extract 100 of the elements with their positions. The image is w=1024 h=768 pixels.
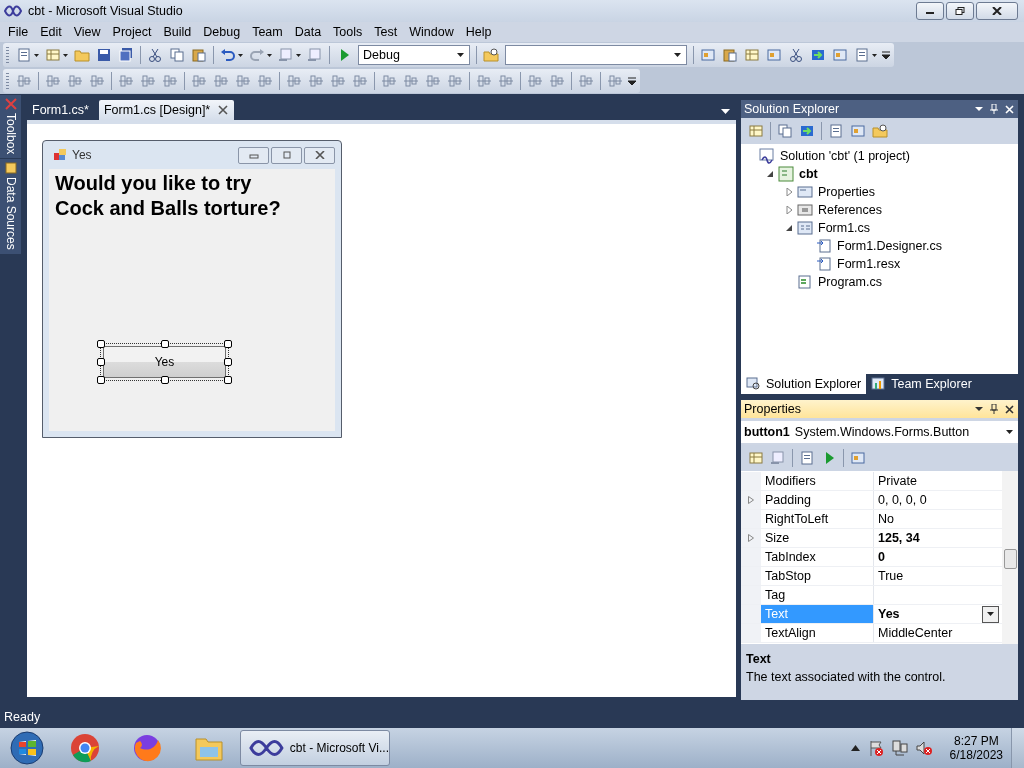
menu-item[interactable]: File: [2, 25, 35, 39]
object-selector[interactable]: button1 System.Windows.Forms.Button: [741, 421, 1018, 443]
toolbar-icon[interactable]: [777, 123, 793, 139]
caret-icon[interactable]: [872, 53, 877, 57]
expand-arrow-icon[interactable]: [785, 188, 793, 196]
tree-item[interactable]: Form1.Designer.cs: [837, 239, 942, 253]
toolbar-icon[interactable]: [788, 47, 804, 63]
tree-item[interactable]: References: [818, 203, 882, 217]
caret-icon[interactable]: [34, 53, 39, 57]
property-value[interactable]: Yes: [874, 605, 1002, 623]
pin-icon[interactable]: [990, 404, 998, 414]
property-value[interactable]: True: [874, 567, 1002, 585]
tree-item[interactable]: Properties: [818, 185, 875, 199]
menu-item[interactable]: Edit: [34, 25, 68, 39]
property-value[interactable]: 0, 0, 0, 0: [874, 491, 1002, 509]
toolbar-icon[interactable]: [854, 47, 870, 63]
caret-icon[interactable]: [721, 109, 730, 114]
side-tab[interactable]: Toolbox: [0, 95, 21, 160]
property-name[interactable]: Tag: [761, 586, 874, 604]
close-icon[interactable]: [218, 105, 229, 115]
form-button[interactable]: Yes: [103, 346, 226, 378]
menu-item[interactable]: Test: [368, 25, 404, 39]
menu-item[interactable]: Build: [157, 25, 198, 39]
resize-handle[interactable]: [224, 376, 232, 384]
network-icon[interactable]: [891, 740, 908, 756]
caret-icon[interactable]: [296, 53, 301, 57]
clock-time[interactable]: 8:27 PM: [953, 734, 999, 748]
menu-item[interactable]: Team: [246, 25, 289, 39]
volume-muted-icon[interactable]: [915, 740, 932, 756]
property-value[interactable]: MiddleCenter: [874, 624, 1002, 642]
tree-item[interactable]: Form1.cs: [818, 221, 871, 235]
scrollbar[interactable]: [1002, 471, 1018, 644]
document-tab[interactable]: Form1.cs*: [27, 100, 95, 120]
toolbar-icon[interactable]: [722, 47, 738, 63]
side-tab[interactable]: Data Sources: [0, 159, 21, 256]
configuration-dropdown[interactable]: Debug: [358, 45, 470, 65]
tree-item[interactable]: cbt: [799, 167, 818, 181]
resize-handle[interactable]: [97, 340, 105, 348]
menu-item[interactable]: View: [67, 25, 107, 39]
tree-item[interactable]: Form1.resx: [837, 257, 901, 271]
property-name[interactable]: TabIndex: [761, 548, 874, 566]
restore-button[interactable]: [946, 2, 974, 20]
property-value[interactable]: 125, 34: [874, 529, 1002, 547]
tree-item[interactable]: Solution 'cbt' (1 project): [780, 149, 910, 163]
toolbar-icon[interactable]: [16, 47, 32, 63]
panel-tab[interactable]: Solution Explorer: [741, 374, 867, 394]
show-hidden-icon[interactable]: [850, 745, 860, 751]
toolbar-icon[interactable]: [810, 47, 826, 63]
caret-icon[interactable]: [975, 405, 983, 413]
toolbar-icon[interactable]: [147, 47, 163, 63]
resize-handle[interactable]: [224, 358, 232, 366]
resize-handle[interactable]: [160, 376, 169, 384]
property-name[interactable]: Size: [761, 529, 874, 547]
overflow-icon[interactable]: [882, 51, 890, 59]
toolbar-icon[interactable]: [220, 47, 236, 63]
toolbar-icon[interactable]: [828, 123, 844, 139]
close-button[interactable]: [976, 2, 1018, 20]
menu-item[interactable]: Project: [106, 25, 158, 39]
property-name[interactable]: RightToLeft: [761, 510, 874, 528]
toolbar-icon[interactable]: [872, 123, 888, 139]
menu-item[interactable]: Tools: [327, 25, 369, 39]
document-tab[interactable]: Form1.cs [Design]*: [98, 100, 235, 120]
dropdown-button[interactable]: [982, 605, 999, 623]
expand-arrow-icon[interactable]: [785, 206, 793, 214]
tree-item[interactable]: Program.cs: [818, 275, 882, 289]
toolbar-icon[interactable]: [483, 47, 499, 63]
menu-item[interactable]: Debug: [197, 25, 247, 39]
property-name[interactable]: Modifiers: [761, 472, 874, 490]
minimize-button[interactable]: [916, 2, 944, 20]
caret-icon[interactable]: [975, 105, 983, 113]
collapse-arrow-icon[interactable]: [766, 170, 774, 178]
menu-item[interactable]: Window: [403, 25, 460, 39]
resize-handle[interactable]: [160, 340, 169, 348]
caret-icon[interactable]: [238, 53, 243, 57]
flag-icon[interactable]: [867, 740, 884, 756]
property-name[interactable]: TabStop: [761, 567, 874, 585]
property-value[interactable]: 0: [874, 548, 1002, 566]
show-desktop-button[interactable]: [1011, 728, 1024, 768]
toolbar-icon[interactable]: [191, 47, 207, 63]
menu-item[interactable]: Help: [459, 25, 498, 39]
property-value[interactable]: Private: [874, 472, 1002, 490]
toolbar-icon[interactable]: [118, 47, 134, 63]
toolbar-icon[interactable]: [799, 450, 815, 466]
expand-arrow-icon[interactable]: [748, 496, 754, 504]
resize-handle[interactable]: [97, 358, 105, 366]
expand-arrow-icon[interactable]: [748, 534, 754, 542]
panel-tab[interactable]: Team Explorer: [866, 374, 977, 394]
property-name[interactable]: TextAlign: [761, 624, 874, 642]
caret-icon[interactable]: [63, 53, 68, 57]
taskbar-window-button[interactable]: cbt - Microsoft Vi...: [240, 730, 390, 766]
close-button[interactable]: [304, 146, 335, 164]
overflow-icon[interactable]: [628, 77, 636, 85]
property-value[interactable]: No: [874, 510, 1002, 528]
close-icon[interactable]: [1005, 404, 1014, 414]
resize-handle[interactable]: [97, 376, 105, 384]
resize-handle[interactable]: [224, 340, 232, 348]
collapse-arrow-icon[interactable]: [785, 224, 793, 232]
toolbar-icon[interactable]: [96, 47, 112, 63]
platform-dropdown[interactable]: [505, 45, 687, 65]
caret-icon[interactable]: [267, 53, 272, 57]
